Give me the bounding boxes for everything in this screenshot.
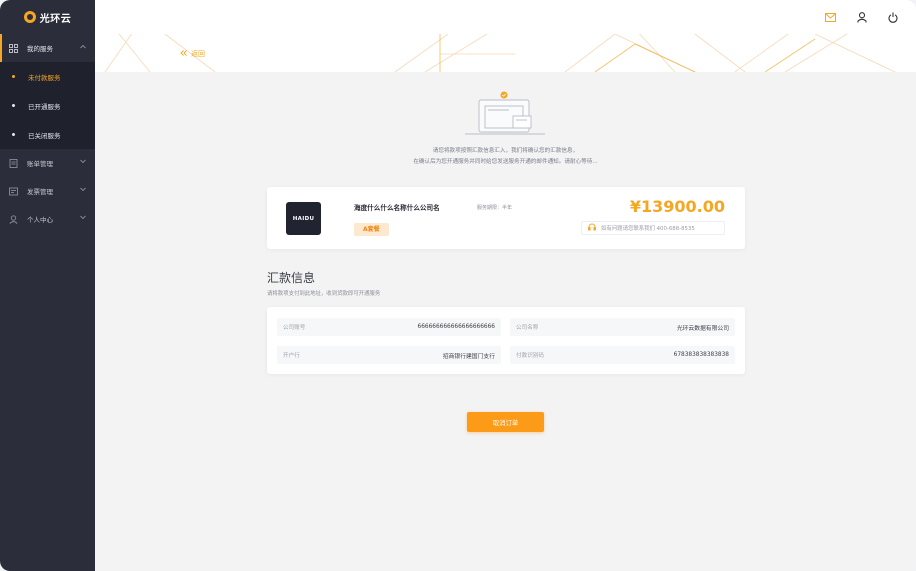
headset-icon (588, 223, 596, 233)
field-label: 开户行 (283, 353, 300, 359)
support-contact[interactable]: 如有问题请您联系我们 400-688-8535 (581, 221, 725, 235)
sidebar-subitem-label: 已关闭服务 (28, 131, 61, 140)
sidebar-item-invoice[interactable]: 发票管理 (0, 177, 95, 205)
sidebar-subitem-label: 已开通服务 (28, 102, 61, 111)
back-link[interactable]: 返回 (180, 49, 205, 59)
support-text: 如有问题请您联系我们 400-688-8535 (601, 226, 695, 232)
app-window: 光环云 我的服务 未付款服务 已开通服务 已关闭服务 账单管理 发票管理 个人中… (0, 0, 916, 571)
user-icon (9, 214, 18, 224)
logo[interactable]: 光环云 (0, 0, 95, 34)
banner: 返回 (95, 34, 916, 72)
payment-info-card: 公司账号 666666666666666666666 公司名称 光环云数据有限公… (267, 307, 745, 374)
bill-icon (9, 158, 18, 168)
sidebar-item-billing[interactable]: 账单管理 (0, 149, 95, 177)
power-icon[interactable] (887, 12, 898, 23)
field-value: 666666666666666666666 (417, 324, 495, 330)
topbar (95, 0, 916, 34)
sidebar-subitem-opened[interactable]: 已开通服务 (0, 91, 95, 120)
sidebar-item-profile[interactable]: 个人中心 (0, 205, 95, 233)
sidebar-item-my-services[interactable]: 我的服务 (0, 34, 95, 62)
bullet-icon (12, 75, 15, 78)
banner-pattern (104, 34, 896, 72)
sidebar-subitem-unpaid[interactable]: 未付款服务 (0, 62, 95, 91)
field-value: 光环云数据有限公司 (676, 325, 729, 332)
sidebar-item-label: 个人中心 (27, 216, 53, 224)
sidebar-subitem-label: 未付款服务 (28, 73, 61, 82)
sidebar-item-label: 我的服务 (27, 45, 53, 53)
grid-icon (9, 43, 18, 53)
field-payment-code: 付款识别码 678383838383838 (510, 346, 735, 364)
back-label: 返回 (191, 50, 205, 58)
bullet-icon (12, 133, 15, 136)
invoice-icon (9, 187, 18, 196)
product-name: 海度什么什么名称什么公司名 (354, 204, 440, 212)
field-company-name: 公司名称 光环云数据有限公司 (510, 318, 735, 336)
waiting-illustration (465, 90, 545, 140)
chevron-up-icon (80, 44, 86, 51)
sidebar: 光环云 我的服务 未付款服务 已开通服务 已关闭服务 账单管理 发票管理 个人中… (0, 0, 95, 571)
bullet-icon (12, 104, 15, 107)
service-period: 服务期限：半年 (477, 205, 513, 211)
sidebar-item-label: 账单管理 (27, 160, 53, 168)
package-badge: A套餐 (354, 223, 389, 236)
mail-icon[interactable] (825, 12, 836, 23)
notice-line-2: 在确认后为您开通服务并同时给您发送服务开通的邮件通知。请耐心等待... (413, 159, 598, 165)
payment-subtitle: 请将款项支付到此地址，收到货款即可开通服务 (267, 291, 381, 297)
logo-text: 光环云 (39, 13, 72, 25)
account-icon[interactable] (856, 11, 867, 23)
field-value: 678383838383838 (673, 352, 729, 358)
payment-title: 汇款信息 (267, 271, 316, 285)
product-logo: HAIDU (286, 202, 321, 235)
field-label: 公司账号 (283, 325, 306, 331)
chevron-down-icon (80, 215, 86, 222)
notice-line-1: 请您将款项按照汇款信息汇入，我们将确认您的汇款信息， (432, 148, 579, 154)
main-content: 请您将款项按照汇款信息汇入，我们将确认您的汇款信息， 在确认后为您开通服务并同时… (95, 72, 916, 571)
order-price: ¥13900.00 (629, 197, 725, 216)
field-bank: 开户行 招商银行建国门支行 (277, 346, 501, 364)
sidebar-item-label: 发票管理 (27, 188, 53, 196)
notice-text: 请您将款项按照汇款信息汇入，我们将确认您的汇款信息， 在确认后为您开通服务并同时… (95, 146, 916, 168)
field-value: 招商银行建国门支行 (442, 353, 495, 360)
field-company-account: 公司账号 666666666666666666666 (277, 318, 501, 336)
chevron-down-icon (80, 187, 86, 194)
chevron-down-icon (80, 159, 86, 166)
product-logo-text: HAIDU (292, 215, 315, 222)
cancel-order-button[interactable]: 取消订单 (467, 412, 544, 432)
double-chevron-left-icon (180, 50, 187, 58)
sidebar-subitem-closed[interactable]: 已关闭服务 (0, 120, 95, 149)
logo-icon (23, 11, 36, 23)
field-label: 付款识别码 (516, 353, 544, 359)
field-label: 公司名称 (516, 325, 539, 331)
order-card: HAIDU 海度什么什么名称什么公司名 服务期限：半年 A套餐 ¥13900.0… (267, 187, 745, 249)
